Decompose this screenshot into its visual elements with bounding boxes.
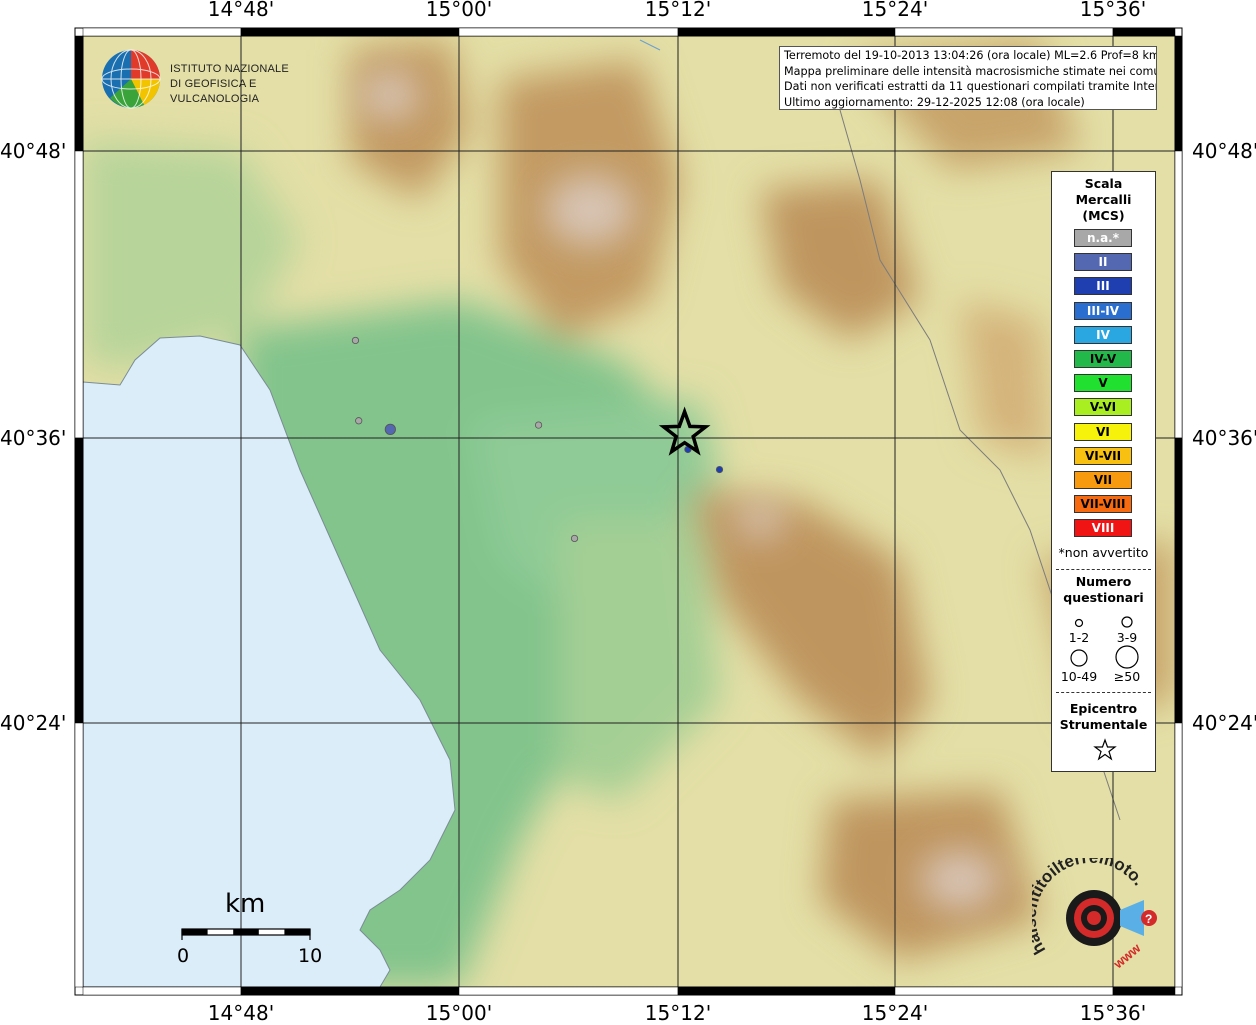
observation-dot: [534, 421, 543, 429]
intensity-swatch: V-VI: [1074, 398, 1132, 417]
lon-label-top: 15°24': [861, 0, 929, 21]
lon-label-top: 15°12': [644, 0, 712, 21]
epicenter-title-line: Strumentale: [1059, 717, 1148, 732]
scale-start: 0: [177, 945, 190, 967]
legend-divider: [1056, 569, 1151, 570]
logo-line-1: ISTITUTO NAZIONALE: [170, 63, 289, 75]
frame-segment: [894, 27, 1114, 37]
intensity-swatch: VI-VII: [1074, 446, 1132, 465]
lon-label-top: 15°36': [1079, 0, 1147, 21]
observation-dot: [355, 417, 363, 425]
intensity-swatch: VII: [1074, 471, 1132, 489]
count-title-line: questionari: [1063, 590, 1144, 605]
lat-label-left: 40°48': [0, 139, 67, 163]
lon-label-bottom: 15°24': [861, 1001, 929, 1025]
frame-segment: [240, 986, 460, 996]
lon-label-bottom: 15°00': [425, 1001, 493, 1025]
intensity-swatch: VI: [1074, 422, 1132, 441]
question-mark: ?: [1145, 912, 1152, 926]
count-label: 3-9: [1116, 630, 1138, 645]
frame-segment: [240, 27, 460, 37]
scale-unit: km: [225, 889, 266, 919]
intensity-map: 14°48' 14°48' 15°00' 15°00' 15°12' 15°12' 15°2…: [0, 0, 1256, 1025]
event-info-line: Ultimo aggiornamento: 29-12-2025 12:08 (…: [784, 95, 1085, 109]
lat-label-left: 40°36': [0, 426, 67, 450]
frame-segment: [1174, 722, 1183, 988]
frame-segment: [894, 986, 1114, 996]
frame-segment: [82, 986, 242, 996]
lon-label-bottom: 15°12': [644, 1001, 712, 1025]
intensity-swatch: IV-V: [1074, 350, 1132, 368]
observation-dot: [384, 423, 396, 435]
count-label: 1-2: [1068, 630, 1090, 645]
count-label: ≥50: [1113, 669, 1141, 684]
frame-segment: [458, 986, 679, 996]
logo-line-2: DI GEOFISICA E VULCANOLOGIA: [170, 78, 260, 105]
observation-dot: [570, 534, 579, 543]
scale-bar: km 0 10: [175, 885, 325, 975]
lon-label-top: 14°48': [207, 0, 275, 21]
lat-label-right: 40°24': [1192, 711, 1256, 735]
target-icon: haisentitoilterremoto.it ? www: [1021, 843, 1157, 972]
lon-label-top: 15°00': [425, 0, 493, 21]
star-icon: [1093, 738, 1117, 761]
observation-dot: [351, 336, 360, 345]
epicenter-title-line: Epicentro: [1069, 701, 1138, 716]
legend-title-line: Scala: [1084, 176, 1123, 191]
intensity-swatch: VIII: [1074, 519, 1132, 538]
frame-segment: [74, 437, 84, 724]
lat-label-right: 40°36': [1192, 426, 1256, 450]
intensity-swatch: IV: [1074, 325, 1132, 344]
frame-segment: [74, 35, 84, 152]
intensity-swatch: III: [1074, 277, 1132, 296]
lon-label-bottom: 14°48': [207, 1001, 275, 1025]
intensity-swatch: VII-VIII: [1074, 495, 1132, 514]
event-info-box: Terremoto del 19-10-2013 13:04:26 (ora l…: [779, 46, 1157, 110]
lat-label-right: 40°48': [1192, 139, 1256, 163]
frame-segment: [1174, 437, 1183, 724]
intensity-swatch: III-IV: [1074, 301, 1132, 320]
count-title-line: Numero: [1075, 574, 1132, 589]
intensity-swatch: V: [1074, 374, 1132, 393]
www-text: www: [1110, 940, 1144, 972]
frame-segment: [1174, 150, 1183, 439]
scale-bar-graphic: [181, 928, 311, 940]
frame-segment: [1174, 35, 1183, 152]
scale-end: 10: [298, 945, 323, 967]
legend-panel: Scala Mercalli (MCS) n.a.* II III III-IV IV I…: [1051, 171, 1156, 772]
lat-label-left: 40°24': [0, 711, 67, 735]
observation-dot: [715, 465, 724, 474]
legend-divider: [1056, 692, 1151, 693]
frame-segment: [677, 986, 896, 996]
legend-title-line: Mercalli: [1075, 192, 1132, 207]
terrain-layer: [83, 36, 1175, 987]
intensity-swatch: n.a.*: [1074, 229, 1132, 247]
frame-segment: [82, 27, 242, 37]
legend-title-line: (MCS): [1082, 208, 1125, 223]
frame-segment: [1112, 986, 1176, 996]
intensity-swatch: II: [1074, 253, 1132, 272]
legend-note: *non avvertito: [1058, 545, 1149, 560]
count-label: 10-49: [1060, 669, 1098, 684]
ingv-logo: ISTITUTO NAZIONALE DI GEOFISICA E VULCAN…: [100, 48, 310, 110]
event-info-line: Dati non verificati estratti da 11 quest…: [784, 80, 1157, 93]
haisentito-logo: haisentitoilterremoto.it ? www: [1021, 843, 1166, 974]
event-info-line: Terremoto del 19-10-2013 13:04:26 (ora l…: [784, 49, 1157, 62]
frame-segment: [74, 722, 84, 988]
frame-segment: [458, 27, 679, 37]
lon-label-bottom: 15°36': [1079, 1001, 1147, 1025]
frame-segment: [74, 150, 84, 439]
event-info-line: Mappa preliminare delle intensità macros…: [784, 64, 1157, 78]
frame-segment: [1112, 27, 1176, 37]
globe-icon: [101, 49, 161, 109]
frame-segment: [677, 27, 896, 37]
